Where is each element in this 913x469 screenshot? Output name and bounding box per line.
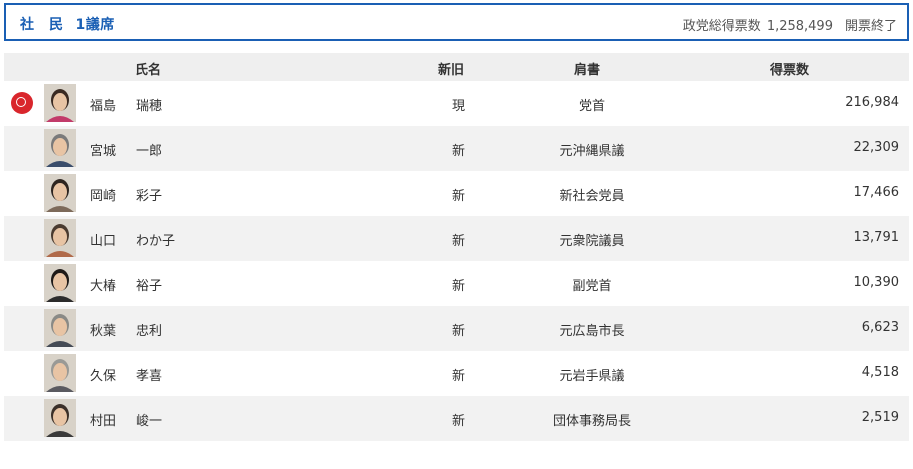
- family-name: 山口: [90, 234, 117, 249]
- candidate-title: 元広島市長: [559, 324, 625, 339]
- given-name: 彩子: [136, 189, 163, 204]
- given-name: 瑞穂: [136, 99, 163, 114]
- candidate-title: 元衆院議員: [559, 234, 625, 249]
- candidate-name: 福島 瑞穂: [90, 95, 162, 114]
- candidate-title: 新社会党員: [559, 189, 625, 204]
- table-row: 大椿 裕子新副党首 10,390: [4, 261, 909, 306]
- party-summary-box: 社 民 1議席 政党総得票数 1,258,499 開票終了: [4, 3, 909, 41]
- count-status: 開票終了: [844, 19, 897, 34]
- vote-count: 10,390: [853, 275, 900, 290]
- vote-count: 6,623: [861, 320, 899, 335]
- given-name: 一郎: [136, 144, 163, 159]
- candidate-name: 大椿 裕子: [90, 275, 162, 294]
- table-row: 宮城 一郎新元沖縄県議 22,309: [4, 126, 909, 171]
- party-name: 社 民 1議席: [20, 14, 115, 34]
- family-name: 村田: [90, 414, 117, 429]
- candidate-name: 宮城 一郎: [90, 140, 162, 159]
- given-name: 峻一: [136, 414, 163, 429]
- family-name: 久保: [90, 369, 117, 384]
- vote-count: 17,466: [853, 185, 900, 200]
- table-row: 岡崎 彩子新新社会党員 17,466: [4, 171, 909, 216]
- column-header-name: 氏名: [135, 63, 162, 78]
- candidate-photo: [44, 399, 76, 437]
- table-header: 氏名 新旧 肩書 得票数: [4, 53, 909, 81]
- table-row: 村田 峻一新団体事務局長 2,519: [4, 396, 909, 441]
- candidate-title: 党首: [578, 99, 605, 114]
- candidate-title: 団体事務局長: [552, 414, 631, 429]
- candidate-table: 氏名 新旧 肩書 得票数 福島 瑞穂現党首 216,984 宮城 一郎新元沖縄県議 22,…: [4, 53, 909, 441]
- candidate-photo: [44, 309, 76, 347]
- candidate-photo: [44, 84, 76, 122]
- candidate-name: 岡崎 彩子: [90, 185, 162, 204]
- candidate-title: 副党首: [572, 279, 612, 294]
- vote-summary: 政党総得票数 1,258,499 開票終了: [677, 15, 897, 34]
- column-header-title: 肩書: [574, 63, 601, 78]
- candidate-photo: [44, 354, 76, 392]
- candidate-name: 久保 孝喜: [90, 365, 162, 384]
- family-name: 秋葉: [90, 324, 117, 339]
- candidate-name: 山口 わか子: [90, 230, 175, 249]
- given-name: 孝喜: [136, 369, 163, 384]
- table-row: 秋葉 忠利新元広島市長 6,623: [4, 306, 909, 351]
- candidate-photo: [44, 264, 76, 302]
- given-name: わか子: [136, 234, 176, 249]
- candidate-photo: [44, 129, 76, 167]
- seat-count: 1議席: [75, 17, 115, 33]
- candidate-name: 村田 峻一: [90, 410, 162, 429]
- total-votes-label: 政党総得票数: [682, 19, 761, 34]
- vote-count: 216,984: [845, 95, 899, 110]
- elected-rose-icon: [11, 92, 33, 114]
- vote-count: 2,519: [861, 410, 899, 425]
- column-header-status: 新旧: [438, 63, 465, 78]
- vote-count: 13,791: [853, 230, 900, 245]
- candidate-photo: [44, 174, 76, 212]
- table-row: 久保 孝喜新元岩手県議 4,518: [4, 351, 909, 396]
- table-row: 山口 わか子新元衆院議員 13,791: [4, 216, 909, 261]
- table-body: 福島 瑞穂現党首 216,984 宮城 一郎新元沖縄県議 22,309 岡崎 彩子新新社会党員…: [4, 81, 909, 441]
- family-name: 大椿: [90, 279, 117, 294]
- family-name: 宮城: [90, 144, 117, 159]
- party-label: 社 民: [20, 17, 64, 33]
- column-header-votes: 得票数: [770, 63, 810, 78]
- candidate-name: 秋葉 忠利: [90, 320, 162, 339]
- family-name: 岡崎: [90, 189, 117, 204]
- vote-count: 22,309: [853, 140, 900, 155]
- table-row: 福島 瑞穂現党首 216,984: [4, 81, 909, 126]
- candidate-photo: [44, 219, 76, 257]
- given-name: 忠利: [136, 324, 163, 339]
- candidate-title: 元沖縄県議: [559, 144, 625, 159]
- total-votes-value: 1,258,499: [766, 19, 833, 34]
- given-name: 裕子: [136, 279, 163, 294]
- vote-count: 4,518: [861, 365, 899, 380]
- family-name: 福島: [90, 99, 117, 114]
- candidate-title: 元岩手県議: [559, 369, 625, 384]
